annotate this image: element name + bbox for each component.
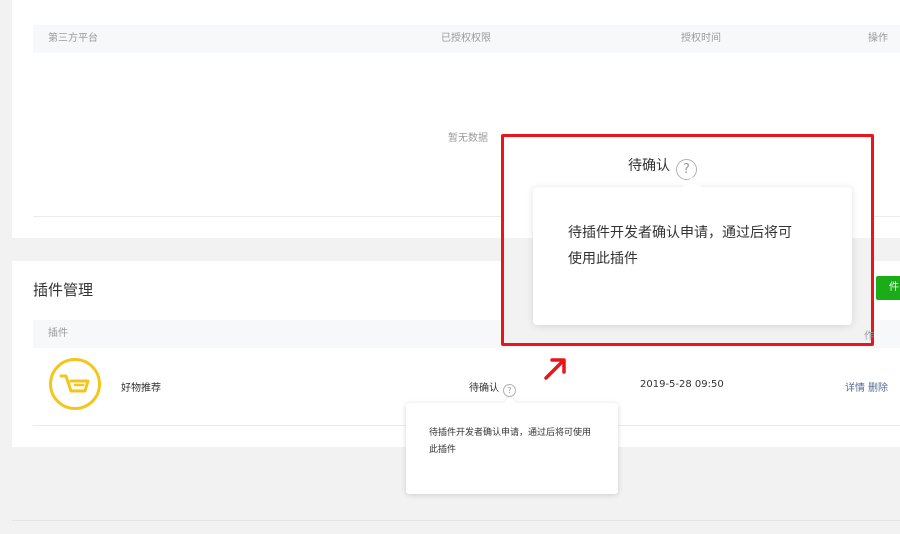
zoom-status: 待确认? <box>628 155 697 180</box>
zoom-column-fragment: 作 <box>864 331 874 342</box>
zoom-status-text: 待确认 <box>628 158 670 174</box>
plugin-logo <box>49 358 101 410</box>
help-icon: ? <box>676 159 697 180</box>
tooltip-text: 待插件开发者确认申请，通过后将可使用此插件 <box>429 428 592 455</box>
shopping-cart-icon <box>59 374 90 393</box>
plugin-name: 好物推荐 <box>121 383 161 394</box>
status-text: 待确认 <box>469 383 499 394</box>
annotation-arrow-icon <box>544 358 566 380</box>
section-title: 插件管理 <box>33 281 94 299</box>
empty-state-text: 暂无数据 <box>448 133 488 144</box>
bottom-divider <box>12 520 900 521</box>
plugin-date: 2019-5-28 09:50 <box>640 379 724 390</box>
status-tooltip: 待插件开发者确认申请，通过后将可使用此插件 <box>406 403 618 494</box>
status-badge: 待确认? <box>469 379 516 397</box>
details-link[interactable]: 详情 <box>845 383 865 394</box>
zoom-tooltip-line2: 使用此插件 <box>568 251 638 267</box>
zoom-callout: 待确认? 待插件开发者确认申请，通过后将可 使用此插件 作 <box>501 134 874 346</box>
zoom-tooltip: 待插件开发者确认申请，通过后将可 使用此插件 <box>533 187 852 325</box>
column-actions: 操作 <box>868 33 888 44</box>
column-auth-time: 授权时间 <box>681 33 721 44</box>
column-platform: 第三方平台 <box>48 33 98 44</box>
column-permissions: 已授权权限 <box>441 33 491 44</box>
add-plugin-button[interactable]: 件 <box>876 276 900 300</box>
zoom-tooltip-line1: 待插件开发者确认申请，通过后将可 <box>568 225 792 241</box>
delete-link[interactable]: 删除 <box>868 383 888 394</box>
column-plugin: 插件 <box>48 328 68 339</box>
row-actions: 详情 删除 <box>845 379 891 394</box>
authorized-table-header: 第三方平台 已授权权限 授权时间 操作 <box>33 25 900 53</box>
